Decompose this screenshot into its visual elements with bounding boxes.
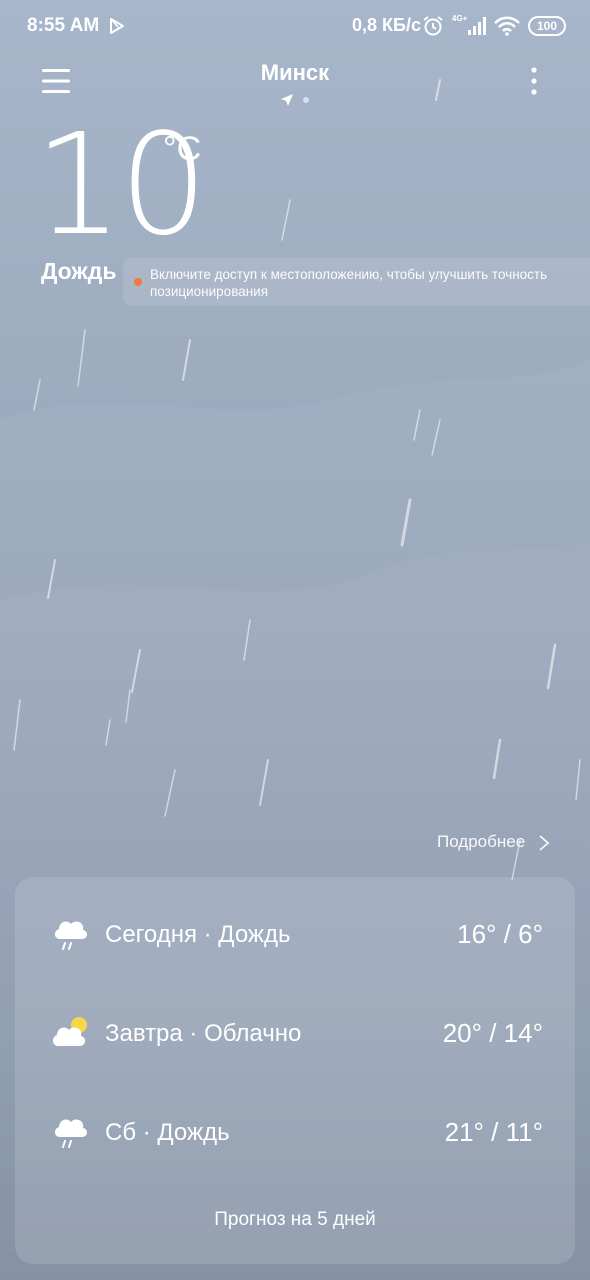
notice-text: Включите доступ к местоположению, чтобы … [150, 267, 548, 299]
alarm-icon [423, 16, 443, 36]
partly-cloudy-icon [52, 1017, 87, 1046]
temperature-unit: °C [163, 130, 202, 168]
signal-icon [468, 17, 486, 35]
forecast-label: Сегодня · Дождь [105, 921, 291, 948]
forecast-card: Сегодня · Дождь 16° / 6° Завтра · Облачн… [15, 877, 575, 1264]
page-indicator-dot [303, 97, 309, 103]
menu-icon[interactable] [42, 68, 70, 94]
notice-dot-icon [134, 278, 142, 286]
location-arrow-icon [281, 94, 293, 106]
forecast-temps: 16° / 6° [457, 919, 543, 949]
current-condition: Дождь [41, 258, 117, 284]
forecast-temps: 20° / 14° [442, 1018, 543, 1048]
forecast-label: Сб · Дождь [105, 1119, 230, 1146]
forecast-temps: 21° / 11° [444, 1117, 543, 1147]
forecast-row-today[interactable]: Сегодня · Дождь 16° / 6° [15, 905, 575, 965]
battery-level: 100 [536, 19, 558, 33]
details-link[interactable]: Подробнее [437, 832, 525, 852]
play-store-icon [110, 18, 124, 34]
rain-cloud-icon [54, 921, 88, 950]
chevron-right-icon[interactable] [538, 834, 550, 852]
forecast-row-saturday[interactable]: Сб · Дождь 21° / 11° [15, 1103, 575, 1163]
rain-cloud-icon [54, 1119, 88, 1148]
city-title[interactable]: Минск [195, 60, 395, 86]
forecast-row-tomorrow[interactable]: Завтра · Облачно 20° / 14° [15, 1004, 575, 1064]
status-bar: 8:55 AM 0,8 КБ/с 4G+ 100 [0, 0, 590, 52]
battery-icon: 100 [528, 16, 566, 36]
more-icon[interactable] [524, 66, 544, 96]
five-day-forecast-button[interactable]: Прогноз на 5 дней [15, 1209, 575, 1231]
status-time: 8:55 AM [27, 15, 100, 36]
network-speed: 0,8 КБ/с [352, 15, 421, 35]
forecast-label: Завтра · Облачно [105, 1020, 302, 1047]
wifi-icon [494, 16, 520, 36]
location-permission-notice[interactable]: Включите доступ к местоположению, чтобы … [123, 258, 590, 306]
